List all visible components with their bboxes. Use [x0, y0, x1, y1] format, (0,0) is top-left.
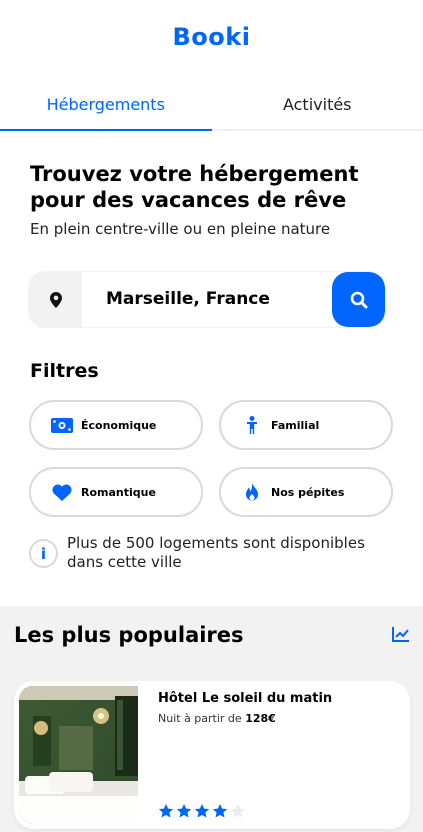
hero-subtitle: En plein centre-ville ou en pleine natur…	[30, 220, 331, 238]
star-filled-icon	[194, 804, 210, 818]
search-icon	[350, 291, 367, 308]
fire-icon	[241, 482, 263, 502]
map-pin-icon	[29, 272, 82, 327]
filter-economique[interactable]: Économique	[29, 400, 203, 450]
search-input[interactable]	[106, 272, 326, 327]
filters-title: Filtres	[30, 360, 99, 382]
hero-title: Trouvez votre hébergement pour des vacan…	[30, 162, 359, 212]
hotel-card[interactable]: Hôtel Le soleil du matin Nuit à partir d…	[14, 681, 410, 829]
star-empty-icon	[230, 804, 246, 818]
filter-label: Économique	[81, 418, 157, 432]
header: Booki	[0, 0, 423, 80]
rating-stars	[158, 803, 246, 819]
filter-nos-pepites[interactable]: Nos pépites	[219, 467, 393, 517]
price-value: 128€	[245, 712, 276, 725]
booki-logo[interactable]: Booki	[0, 23, 423, 51]
search-button[interactable]	[332, 272, 385, 327]
filter-romantique[interactable]: Romantique	[29, 467, 203, 517]
money-bill-icon	[51, 417, 73, 433]
child-icon	[241, 416, 263, 434]
hotel-price: Nuit à partir de 128€	[158, 712, 276, 725]
popular-section: Les plus populaires Hôtel Le soleil du m…	[0, 606, 423, 832]
heart-icon	[51, 484, 73, 501]
star-filled-icon	[176, 804, 192, 818]
filter-label: Romantique	[81, 485, 156, 499]
popular-title: Les plus populaires	[14, 623, 244, 647]
info-text: Plus de 500 logements sont disponibles d…	[67, 534, 365, 571]
filter-label: Familial	[271, 418, 320, 432]
filter-familial[interactable]: Familial	[219, 400, 393, 450]
tab-hebergements[interactable]: Hébergements	[0, 80, 212, 131]
info-message: i Plus de 500 logements sont disponibles…	[29, 534, 389, 572]
tab-bar: Hébergements Activités	[0, 80, 423, 131]
star-filled-icon	[158, 804, 174, 818]
chart-line-icon[interactable]	[392, 626, 410, 646]
hotel-photo	[19, 686, 138, 824]
price-prefix: Nuit à partir de	[158, 712, 246, 725]
hotel-name: Hôtel Le soleil du matin	[158, 691, 333, 706]
tab-activites[interactable]: Activités	[212, 80, 423, 129]
search-bar	[29, 272, 385, 327]
star-filled-icon	[212, 804, 228, 818]
info-icon: i	[29, 539, 58, 568]
filter-label: Nos pépites	[271, 485, 345, 499]
